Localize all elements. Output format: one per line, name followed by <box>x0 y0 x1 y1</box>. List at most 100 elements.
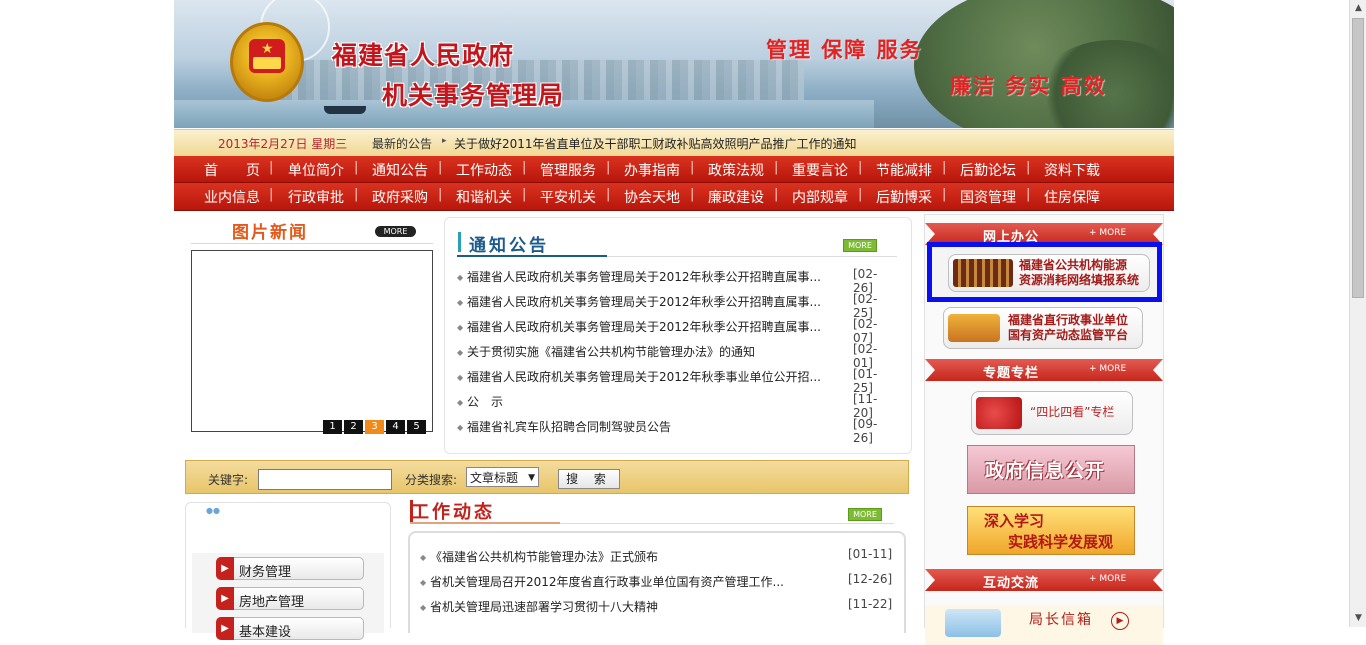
special-column-title: 专题专栏 <box>983 366 1040 381</box>
category-select[interactable]: 文章标题 ▼ <box>466 467 539 487</box>
category-panel: ●● ▶ 财务管理 ▶ 房地产管理 ▶ 基本建设 <box>185 502 391 640</box>
list-item: ◆ 关于贯彻实施《福建省公共机构节能管理办法》的通知 [02-01] <box>457 341 897 370</box>
nav-industry-info[interactable]: 业内信息 <box>204 187 260 207</box>
energy-report-system-link[interactable]: 福建省公共机构能源 资源消耗网络填报系统 <box>948 254 1150 292</box>
pager-page-1[interactable]: 1 <box>323 420 342 434</box>
nav-energy-saving[interactable]: 节能减排 <box>876 160 932 180</box>
pager-page-5[interactable]: 5 <box>407 420 426 434</box>
mailbox-image <box>945 609 1001 637</box>
bullet-icon: ◆ <box>457 323 464 332</box>
scrollbar-thumb[interactable] <box>1352 18 1364 298</box>
org-title-line2: 机关事务管理局 <box>382 81 565 110</box>
nav-safety[interactable]: 平安机关 <box>540 187 596 207</box>
work-news-date: [11-22] <box>848 597 893 611</box>
nav-guide[interactable]: 办事指南 <box>624 160 680 180</box>
interaction-title: 互动交流 <box>983 576 1040 591</box>
main-nav-row1: 首 页 | 单位简介 | 通知公告 | 工作动态 | 管理服务 | 办事指南 | 政策法规 |… <box>174 156 1174 183</box>
work-news-more-button[interactable]: MORE <box>848 508 882 521</box>
vertical-scrollbar[interactable]: ▲ ▼ <box>1349 0 1366 627</box>
nav-work-news[interactable]: 工作动态 <box>456 160 512 180</box>
work-news-link[interactable]: 省机关管理局召开2012年度省直行政事业单位国有资产管理工作... <box>430 573 790 590</box>
nav-policy[interactable]: 政策法规 <box>708 160 764 180</box>
category-construction[interactable]: ▶ 基本建设 <box>216 617 364 640</box>
keyword-input[interactable] <box>258 469 392 490</box>
arrow-right-icon: ▶ <box>216 587 234 610</box>
search-button[interactable]: 搜 索 <box>558 469 620 489</box>
online-office-more-button[interactable]: + MORE <box>1089 228 1126 238</box>
four-compare-column-link[interactable]: “四比四看”专栏 <box>971 391 1133 435</box>
org-title-line1: 福建省人民政府 <box>332 41 515 70</box>
scroll-up-icon[interactable]: ▲ <box>1350 0 1366 17</box>
list-item: ◆ 公 示 [11-20] <box>457 391 897 420</box>
study-science-development-link[interactable]: 深入学习 实践科学发展观 <box>967 506 1135 555</box>
work-news-link[interactable]: 《福建省公共机构节能管理办法》正式颁布 <box>430 548 790 565</box>
search-bar: 关键字: 分类搜索: 文章标题 ▼ 搜 索 <box>185 460 909 494</box>
notice-link[interactable]: 福建省人民政府机关事务管理局关于2012年秋季公开招聘直属事... <box>467 268 827 285</box>
notice-link[interactable]: 福建省人民政府机关事务管理局关于2012年秋季公开招聘直属事... <box>467 293 827 310</box>
scroll-down-icon[interactable]: ▼ <box>1350 610 1366 627</box>
nav-harmony[interactable]: 和谐机关 <box>456 187 512 207</box>
energy-system-image <box>953 259 1013 287</box>
notice-date: [09-26] <box>853 417 878 445</box>
nav-integrity[interactable]: 廉政建设 <box>708 187 764 207</box>
chevron-down-icon: ▼ <box>528 473 535 483</box>
pager-page-4[interactable]: 4 <box>386 420 405 434</box>
notice-link[interactable]: 公 示 <box>467 393 827 410</box>
work-news-date: [01-11] <box>848 547 893 561</box>
notice-list: ◆ 福建省人民政府机关事务管理局关于2012年秋季公开招聘直属事... [02-26… <box>457 266 897 445</box>
list-item: ◆ 福建省礼宾车队招聘合同制驾驶员公告 [09-26] <box>457 416 897 445</box>
bullet-icon: ◆ <box>457 423 464 432</box>
director-mailbox-link[interactable]: 局长信箱 ▶ <box>925 605 1163 645</box>
notice-link[interactable]: 福建省礼宾车队招聘合同制驾驶员公告 <box>467 418 827 435</box>
list-item: ◆ 《福建省公共机构节能管理办法》正式颁布 [01-11] <box>420 546 896 571</box>
category-finance[interactable]: ▶ 财务管理 <box>216 557 364 580</box>
title-underline <box>410 522 560 524</box>
nav-association[interactable]: 协会天地 <box>624 187 680 207</box>
interaction-more-button[interactable]: + MORE <box>1089 574 1126 584</box>
nav-home[interactable]: 首 页 <box>204 160 260 180</box>
pager-page-2[interactable]: 2 <box>344 420 363 434</box>
category-real-estate[interactable]: ▶ 房地产管理 <box>216 587 364 610</box>
state-asset-platform-link[interactable]: 福建省直行政事业单位 国有资产动态监管平台 <box>943 307 1143 349</box>
nav-housing[interactable]: 住房保障 <box>1044 187 1100 207</box>
bullet-icon: ◆ <box>420 578 427 587</box>
main-nav-row2: 业内信息 | 行政审批 | 政府采购 | 和谐机关 | 平安机关 | 协会天地 | 廉政建设… <box>174 183 1174 211</box>
pic-news-more-button[interactable]: MORE <box>375 226 416 237</box>
nav-approval[interactable]: 行政审批 <box>288 187 344 207</box>
divider <box>560 523 894 524</box>
nav-speeches[interactable]: 重要言论 <box>792 160 848 180</box>
latest-notice-link[interactable]: 关于做好2011年省直单位及干部职工财政补贴高效照明产品推广工作的通知 <box>454 135 857 152</box>
nav-state-assets[interactable]: 国资管理 <box>960 187 1016 207</box>
notice-link[interactable]: 福建省人民政府机关事务管理局关于2012年秋季公开招聘直属事... <box>467 318 827 335</box>
bullet-icon: ◆ <box>457 298 464 307</box>
pic-news-slideshow[interactable] <box>191 250 433 432</box>
nav-logistics[interactable]: 后勤博采 <box>876 187 932 207</box>
title-accent <box>458 232 461 252</box>
special-column-more-button[interactable]: + MORE <box>1089 364 1126 374</box>
notice-link[interactable]: 关于贯彻实施《福建省公共机构节能管理办法》的通知 <box>467 343 827 360</box>
nav-downloads[interactable]: 资料下载 <box>1044 160 1100 180</box>
notice-more-button[interactable]: MORE <box>843 239 877 252</box>
bullet-icon: ◆ <box>457 348 464 357</box>
energy-system-text: 福建省公共机构能源 资源消耗网络填报系统 <box>1019 258 1140 287</box>
nav-forum[interactable]: 后勤论坛 <box>960 160 1016 180</box>
arrow-right-icon: ▶ <box>216 557 234 580</box>
notice-link[interactable]: 福建省人民政府机关事务管理局关于2012年秋季事业单位公开招... <box>467 368 827 385</box>
work-news-date: [12-26] <box>848 572 893 586</box>
nav-management[interactable]: 管理服务 <box>540 160 596 180</box>
gov-info-disclosure-link[interactable]: 政府信息公开 <box>967 445 1135 494</box>
list-item: ◆ 省机关管理局召开2012年度省直行政事业单位国有资产管理工作... [12-26… <box>420 571 896 596</box>
category-label: 分类搜索: <box>405 473 458 487</box>
truck-house-image <box>948 314 1000 342</box>
divider <box>191 243 433 244</box>
nav-notices[interactable]: 通知公告 <box>372 160 428 180</box>
work-news-title: 工作动态 <box>411 502 495 523</box>
work-news-link[interactable]: 省机关管理局迅速部署学习贯彻十八大精神 <box>430 598 790 615</box>
slogan-line2: 廉洁 务实 高效 <box>950 74 1107 98</box>
pager-page-3[interactable]: 3 <box>365 420 384 434</box>
nav-unit-intro[interactable]: 单位简介 <box>288 160 344 180</box>
arrow-icon: ▸ <box>442 136 447 146</box>
nav-procurement[interactable]: 政府采购 <box>372 187 428 207</box>
list-item: ◆ 福建省人民政府机关事务管理局关于2012年秋季公开招聘直属事... [02-26… <box>457 266 897 295</box>
nav-regulations[interactable]: 内部规章 <box>792 187 848 207</box>
